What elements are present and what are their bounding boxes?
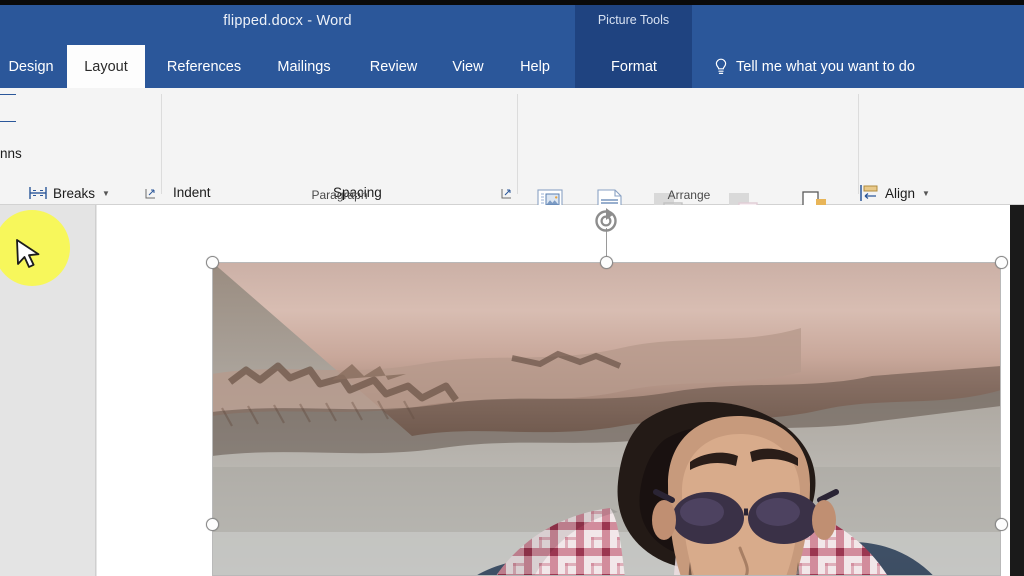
handle-middle-left[interactable] bbox=[206, 518, 219, 531]
tab-review[interactable]: Review bbox=[357, 45, 430, 88]
tab-help[interactable]: Help bbox=[508, 45, 562, 88]
group-divider-1 bbox=[161, 94, 162, 194]
ribbon-tab-strip: Design Layout References Mailings Review… bbox=[0, 45, 1024, 88]
handle-middle-right[interactable] bbox=[995, 518, 1008, 531]
handle-top-center[interactable] bbox=[600, 256, 613, 269]
selected-picture[interactable] bbox=[212, 262, 1001, 576]
handle-top-left[interactable] bbox=[206, 256, 219, 269]
align-label: Align bbox=[885, 185, 916, 201]
chevron-down-icon: ▼ bbox=[922, 188, 930, 198]
tab-mailings[interactable]: Mailings bbox=[262, 45, 346, 88]
align-button[interactable]: Align ▼ bbox=[860, 184, 930, 202]
flipped-photo-graphic bbox=[212, 262, 1001, 576]
align-icon bbox=[860, 184, 880, 202]
columns-icon bbox=[0, 94, 16, 122]
word-window: flipped.docx - Word Picture Tools Design… bbox=[0, 0, 1024, 576]
arrange-group-title: Arrange bbox=[667, 188, 711, 202]
tell-me-search[interactable]: Tell me what you want to do bbox=[692, 45, 915, 88]
chevron-down-icon: ▼ bbox=[102, 188, 110, 198]
breaks-button[interactable]: Breaks ▼ bbox=[28, 184, 110, 202]
handle-top-right[interactable] bbox=[995, 256, 1008, 269]
ribbon: nns Breaks ▼ Line Number bbox=[0, 88, 1024, 262]
tab-references[interactable]: References bbox=[153, 45, 255, 88]
right-window-edge bbox=[1010, 205, 1024, 576]
columns-label: nns bbox=[0, 146, 22, 161]
paragraph-dialog-launcher[interactable] bbox=[501, 188, 512, 199]
arrow-cursor bbox=[14, 238, 40, 270]
group-divider-2 bbox=[517, 94, 518, 194]
picture-tools-label: Picture Tools bbox=[597, 13, 670, 27]
tell-me-label: Tell me what you want to do bbox=[736, 58, 915, 75]
lightbulb-icon bbox=[714, 58, 728, 76]
document-title: flipped.docx - Word bbox=[223, 13, 352, 29]
window-chrome-strip bbox=[0, 0, 1024, 5]
breaks-icon bbox=[28, 184, 48, 202]
tab-layout[interactable]: Layout bbox=[67, 45, 145, 88]
group-divider-3 bbox=[858, 94, 859, 194]
rotate-handle[interactable] bbox=[591, 206, 621, 236]
tab-format[interactable]: Format bbox=[585, 45, 683, 88]
title-bar: flipped.docx - Word Picture Tools bbox=[0, 0, 1024, 45]
paragraph-group-title: Paragraph bbox=[311, 188, 368, 202]
tab-view[interactable]: View bbox=[441, 45, 495, 88]
breaks-label: Breaks bbox=[53, 185, 96, 201]
tab-design[interactable]: Design bbox=[0, 45, 62, 88]
page-setup-dialog-launcher[interactable] bbox=[145, 188, 156, 199]
